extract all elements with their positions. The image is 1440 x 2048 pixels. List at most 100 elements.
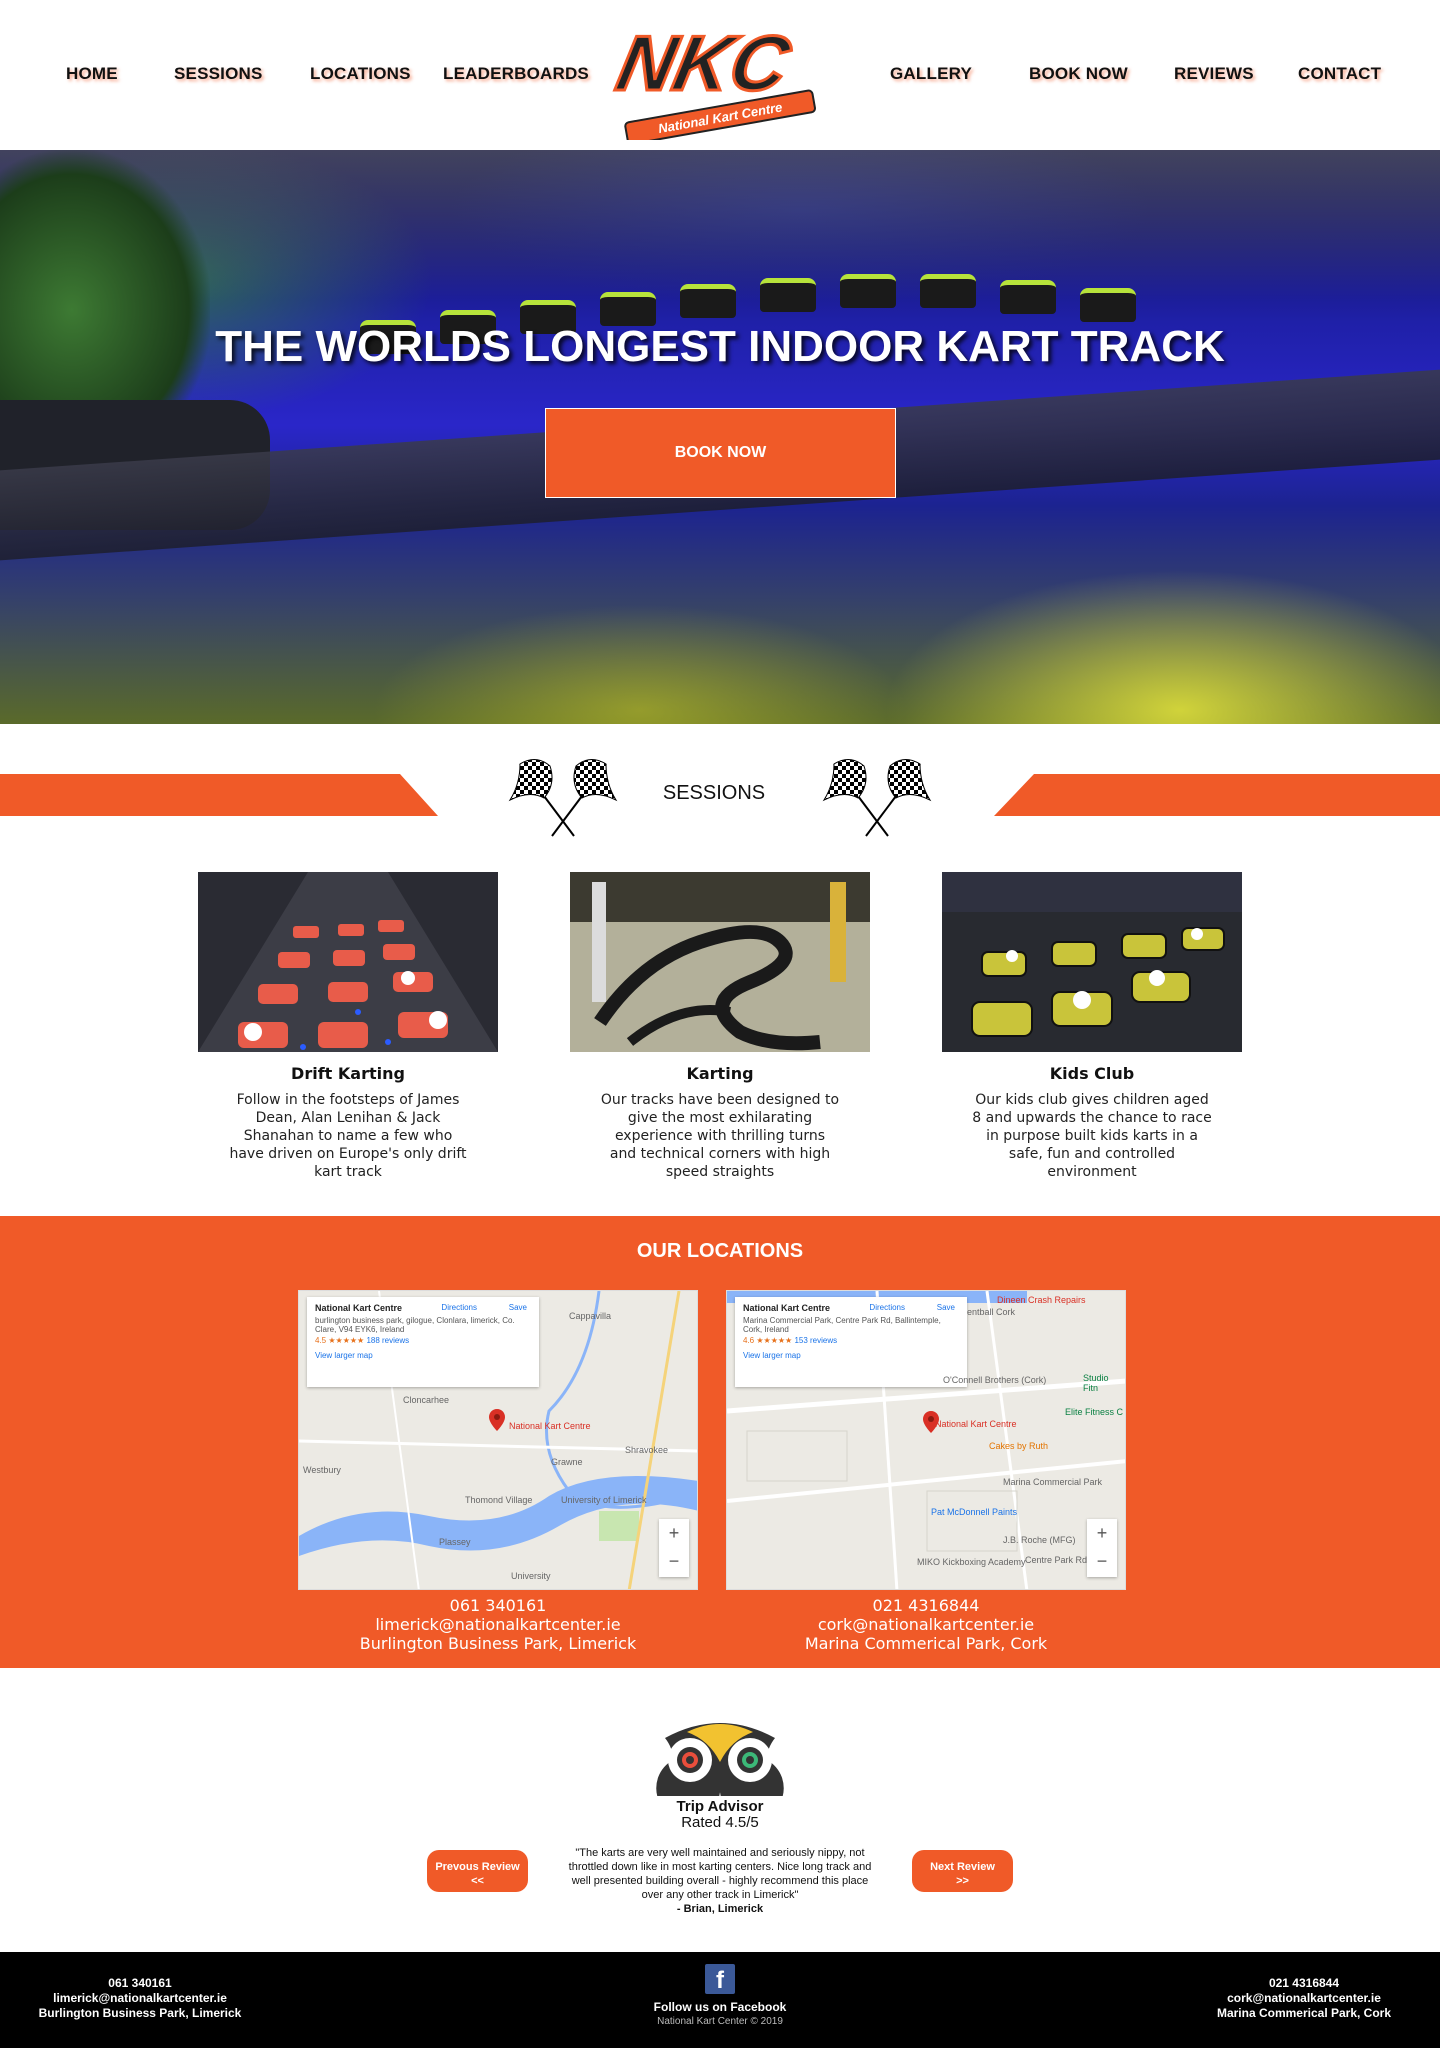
cork-phone[interactable]: 021 4316844 bbox=[726, 1596, 1126, 1615]
footer-cork-address: Marina Commerical Park, Cork bbox=[1216, 2006, 1392, 2020]
copyright: National Kart Center © 2019 bbox=[657, 2016, 783, 2027]
map-label: Shravokee bbox=[625, 1445, 669, 1455]
nav-gallery[interactable]: GALLERY bbox=[890, 64, 972, 84]
hero-kart bbox=[760, 278, 816, 312]
footer-limerick-email[interactable]: limerick@nationalkartcenter.ie bbox=[20, 1991, 260, 2006]
limerick-map[interactable]: National Kart Centre burlington business… bbox=[298, 1290, 698, 1590]
map-label: National Kart Centre bbox=[509, 1421, 591, 1431]
limerick-phone[interactable]: 061 340161 bbox=[298, 1596, 698, 1615]
session-card-drift[interactable]: Drift Karting Follow in the footsteps of… bbox=[198, 872, 498, 1181]
map-directions-link[interactable]: Directions bbox=[869, 1303, 905, 1312]
next-arrow-icon: >> bbox=[956, 1875, 969, 1887]
review-rating: Rated 4.5/5 bbox=[681, 1814, 759, 1831]
sessions-banner: SESSIONS bbox=[0, 754, 1440, 844]
locations-section: OUR LOCATIONS National Kart Centre burli… bbox=[0, 1216, 1440, 1668]
cork-map[interactable]: National Kart Centre Marina Commercial P… bbox=[726, 1290, 1126, 1590]
follow-facebook-link[interactable]: Follow us on Facebook bbox=[620, 2000, 820, 2014]
tripadvisor-owl-icon bbox=[655, 1714, 785, 1821]
banner-stripe-right bbox=[994, 774, 1440, 816]
review-quote: "The karts are very well maintained and … bbox=[568, 1847, 872, 1901]
site-header: HOME SESSIONS LOCATIONS LEADERBOARDS NKC… bbox=[0, 0, 1440, 150]
nav-contact[interactable]: CONTACT bbox=[1298, 64, 1381, 84]
hero-kart bbox=[1000, 280, 1056, 314]
drift-karting-photo bbox=[198, 872, 498, 1052]
view-larger-map-link[interactable]: View larger map bbox=[743, 1351, 959, 1360]
map-label: Cappavilla bbox=[569, 1311, 612, 1321]
hero-kart bbox=[840, 274, 896, 308]
nav-leaderboards[interactable]: LEADERBOARDS bbox=[443, 64, 589, 84]
hero-kart bbox=[680, 284, 736, 318]
map-pin-icon bbox=[923, 1411, 939, 1433]
map-label: Pat McDonnell Paints bbox=[931, 1507, 1018, 1517]
footer-cork-email[interactable]: cork@nationalkartcenter.ie bbox=[1184, 1991, 1424, 2006]
locations-heading: OUR LOCATIONS bbox=[636, 1240, 804, 1262]
nav-locations[interactable]: LOCATIONS bbox=[310, 64, 411, 84]
view-larger-map-link[interactable]: View larger map bbox=[315, 1351, 531, 1360]
nav-reviews[interactable]: REVIEWS bbox=[1174, 64, 1254, 84]
map-label: Elite Fitness C bbox=[1065, 1407, 1124, 1417]
map-label: Centre Park Rd bbox=[1025, 1555, 1088, 1565]
sessions-heading: SESSIONS bbox=[662, 782, 766, 804]
map-label: MIKO Kickboxing Academy bbox=[917, 1557, 1026, 1567]
footer-limerick-phone[interactable]: 061 340161 bbox=[20, 1976, 260, 1991]
limerick-email[interactable]: limerick@nationalkartcenter.ie bbox=[298, 1615, 698, 1634]
map-label: Studio Fitn bbox=[1083, 1373, 1109, 1393]
map-pin-icon bbox=[489, 1409, 505, 1431]
session-name: Drift Karting bbox=[291, 1064, 405, 1083]
session-description: Our kids club gives children aged 8 and … bbox=[972, 1092, 1212, 1180]
cork-contact: 021 4316844 cork@nationalkartcenter.ie M… bbox=[726, 1596, 1126, 1653]
map-save-link[interactable]: Save bbox=[509, 1303, 527, 1312]
cork-address: Marina Commerical Park, Cork bbox=[804, 1634, 1048, 1653]
nav-home[interactable]: HOME bbox=[66, 64, 118, 84]
map-label: Grawne bbox=[551, 1457, 583, 1467]
footer-cork-phone[interactable]: 021 4316844 bbox=[1184, 1976, 1424, 1991]
hero-book-now-button[interactable]: BOOK NOW bbox=[545, 408, 896, 498]
map-label: University of Limerick bbox=[561, 1495, 647, 1505]
map-label: Cloncarhee bbox=[403, 1395, 450, 1405]
map-rating: 4.6 ★★★★★ bbox=[743, 1336, 793, 1345]
review-quote-block: "The karts are very well maintained and … bbox=[560, 1846, 880, 1916]
map-place-name: National Kart Centre bbox=[315, 1303, 403, 1313]
map-reviews-link[interactable]: 153 reviews bbox=[794, 1336, 837, 1345]
session-name: Karting bbox=[686, 1064, 754, 1083]
map-zoom-controls[interactable]: + − bbox=[659, 1519, 689, 1577]
map-reviews-link[interactable]: 188 reviews bbox=[366, 1336, 409, 1345]
banner-stripe-left bbox=[0, 774, 438, 816]
map-info-card: National Kart Centre burlington business… bbox=[307, 1297, 539, 1387]
map-label: entball Cork bbox=[967, 1307, 1016, 1317]
session-card-karting[interactable]: Karting Our tracks have been designed to… bbox=[570, 872, 870, 1181]
map-place-name: National Kart Centre bbox=[743, 1303, 831, 1313]
session-description: Our tracks have been designed to give th… bbox=[600, 1092, 840, 1180]
map-label: University bbox=[511, 1571, 551, 1581]
karting-photo bbox=[570, 872, 870, 1052]
map-zoom-controls[interactable]: + − bbox=[1087, 1519, 1117, 1577]
map-label: O'Connell Brothers (Cork) bbox=[943, 1375, 1047, 1385]
kids-club-photo bbox=[942, 872, 1242, 1052]
map-label: Cakes by Ruth bbox=[989, 1441, 1049, 1451]
map-label: Thomond Village bbox=[465, 1495, 533, 1505]
cork-email[interactable]: cork@nationalkartcenter.ie bbox=[726, 1615, 1126, 1634]
map-label: Dineen Crash Repairs bbox=[997, 1295, 1086, 1305]
nav-sessions[interactable]: SESSIONS bbox=[174, 64, 263, 84]
map-label: Plassey bbox=[439, 1537, 471, 1547]
hero-kart bbox=[920, 274, 976, 308]
hero-kart bbox=[600, 292, 656, 326]
nkc-logo[interactable]: NKC National Kart Centre bbox=[608, 4, 832, 145]
footer-limerick-address: Burlington Business Park, Limerick bbox=[38, 2006, 242, 2020]
facebook-icon[interactable]: f bbox=[705, 1964, 735, 1994]
previous-review-button[interactable]: Prevous Review << bbox=[427, 1850, 528, 1892]
session-card-kids-club[interactable]: Kids Club Our kids club gives children a… bbox=[942, 872, 1242, 1181]
footer-cork: 021 4316844 cork@nationalkartcenter.ie M… bbox=[1184, 1976, 1424, 2021]
nav-book-now[interactable]: BOOK NOW bbox=[1029, 64, 1128, 84]
map-label: J.B. Roche (MFG) bbox=[1003, 1535, 1076, 1545]
session-name: Kids Club bbox=[1049, 1064, 1135, 1083]
map-save-link[interactable]: Save bbox=[937, 1303, 955, 1312]
limerick-address: Burlington Business Park, Limerick bbox=[359, 1634, 637, 1653]
map-label: National Kart Centre bbox=[935, 1419, 1017, 1429]
next-review-button[interactable]: Next Review >> bbox=[912, 1850, 1013, 1892]
map-directions-link[interactable]: Directions bbox=[441, 1303, 477, 1312]
footer-limerick: 061 340161 limerick@nationalkartcenter.i… bbox=[20, 1976, 260, 2021]
map-address: burlington business park, gilogue, Clonl… bbox=[315, 1316, 515, 1334]
review-author: - Brian, Limerick bbox=[676, 1903, 764, 1915]
limerick-contact: 061 340161 limerick@nationalkartcenter.i… bbox=[298, 1596, 698, 1653]
